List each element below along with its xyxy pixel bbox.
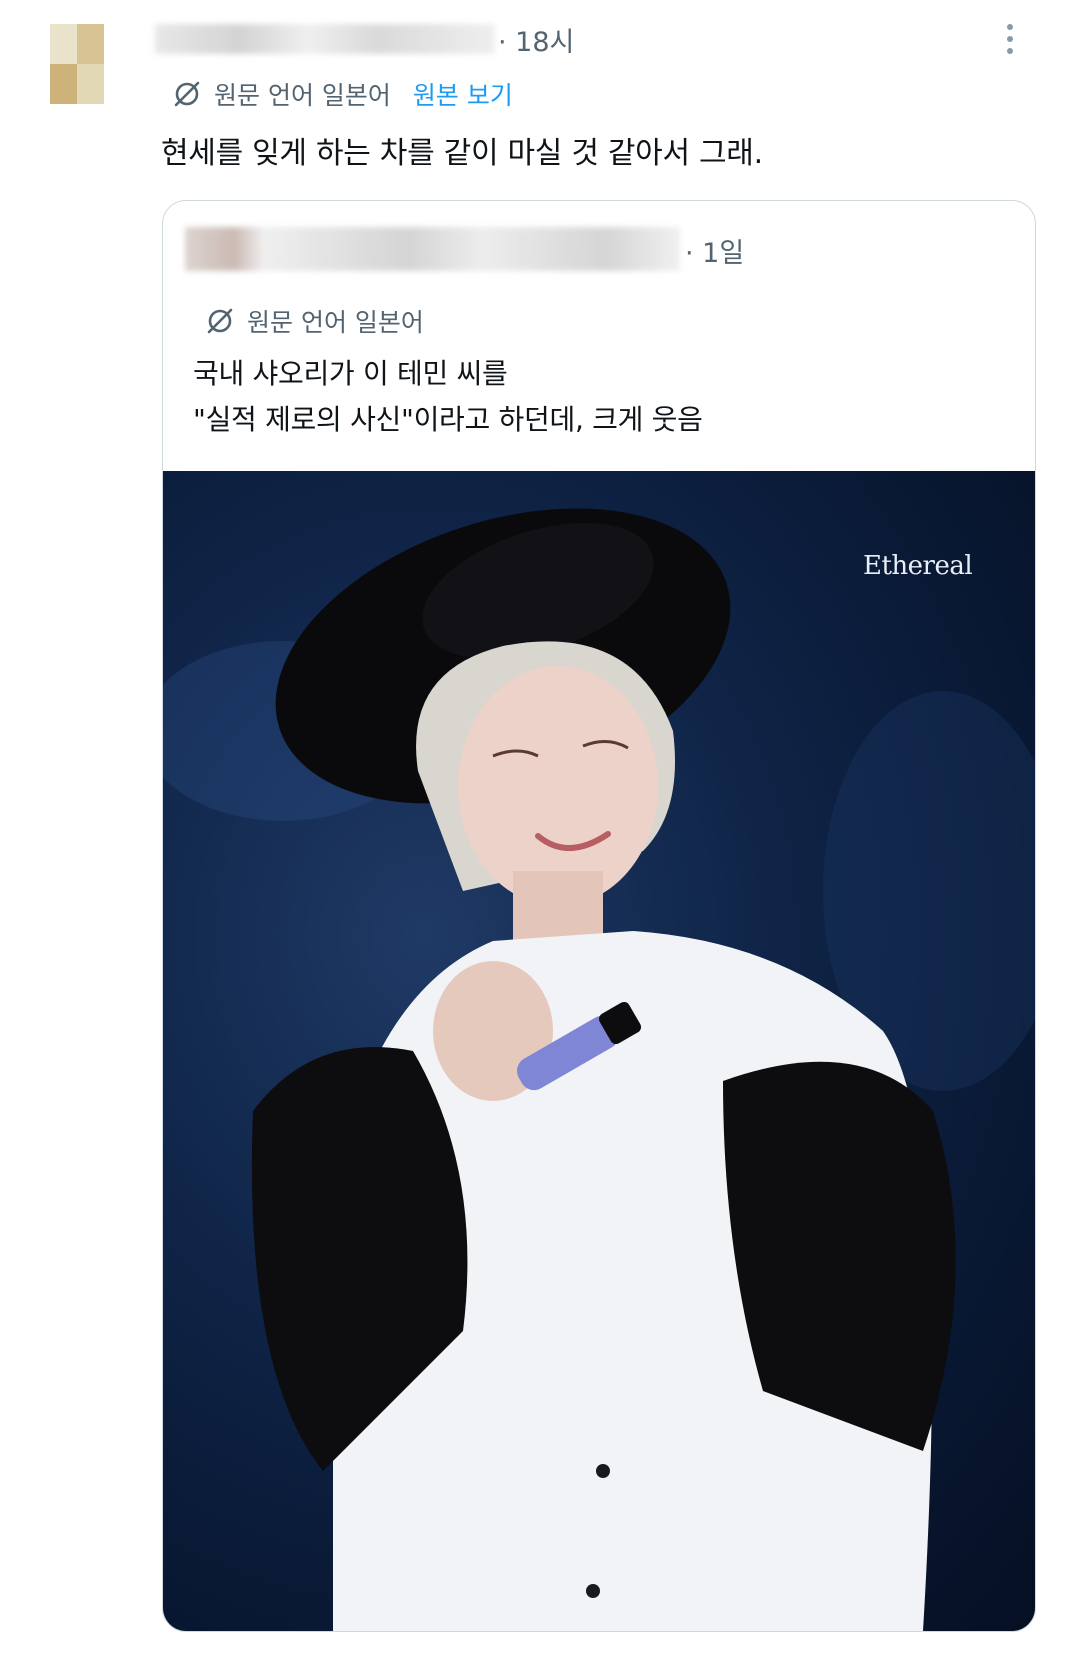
translation-label: 원문 언어 일본어 (214, 81, 391, 110)
quoted-tweet-card[interactable]: · 1일 원문 언어 일본어 국내 샤오리가 이 테민 씨를 "실적 제로의 사… (162, 200, 1036, 1632)
translate-icon (207, 308, 233, 334)
performer-illustration (163, 508, 1035, 1631)
quoted-author-redacted[interactable] (185, 227, 680, 271)
translate-icon (174, 81, 200, 107)
avatar[interactable] (50, 24, 104, 104)
quoted-text-line: "실적 제로의 사신"이라고 하던데, 크게 웃음 (193, 403, 703, 436)
tweet-text: 현세를 잊게 하는 차를 같이 마실 것 같아서 그래. (161, 136, 763, 171)
photo-watermark: Ethereal (863, 551, 973, 581)
quoted-tweet-text: 국내 샤오리가 이 테민 씨를 "실적 제로의 사신"이라고 하던데, 크게 웃… (193, 351, 703, 443)
timestamp[interactable]: · 18시 (498, 20, 574, 59)
quoted-timestamp[interactable]: · 1일 (685, 231, 744, 270)
quoted-tweet-photo[interactable]: Ethereal (163, 471, 1035, 1631)
translation-notice: 원문 언어 일본어 원본 보기 (172, 74, 513, 114)
show-original-link[interactable]: 원본 보기 (413, 76, 513, 112)
author-name-redacted[interactable] (155, 24, 495, 54)
quoted-translation-label: 원문 언어 일본어 (247, 308, 424, 337)
more-options-icon[interactable] (1003, 20, 1017, 60)
quoted-translation-notice: 원문 언어 일본어 (205, 303, 424, 339)
quoted-text-line: 국내 샤오리가 이 테민 씨를 (193, 357, 508, 390)
